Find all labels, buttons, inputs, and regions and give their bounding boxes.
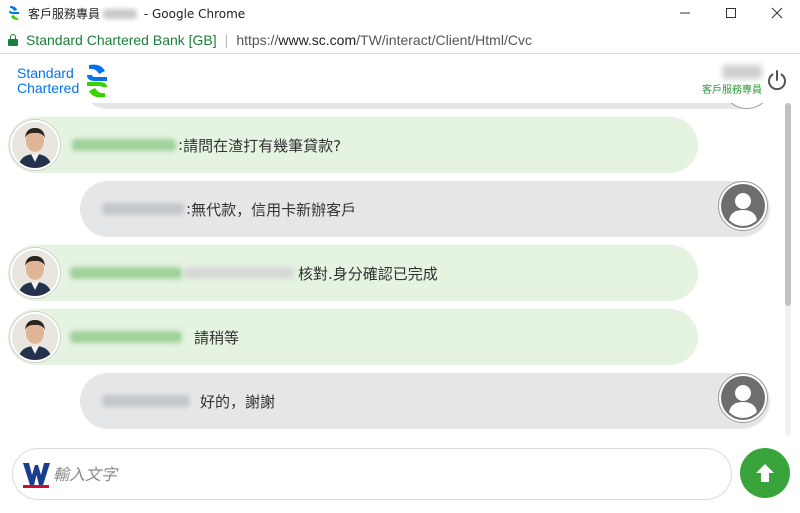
- customer-avatar: [718, 373, 768, 423]
- redacted-name: [103, 9, 138, 19]
- url-path: /TW/interact/Client/Html/Cvc: [356, 31, 532, 48]
- standard-chartered-logo: Standard Chartered: [17, 63, 111, 99]
- url-text[interactable]: https://www.sc.com/TW/interact/Client/Ht…: [236, 32, 532, 48]
- chat-transcript: : 請問在渣打有幾筆貸款? : 無代款，信用卡新辦客戶 核對.身分確認已完成 請…: [0, 103, 780, 436]
- user-silhouette-icon: [721, 184, 765, 228]
- agent-role-label: 客戶服務專員: [702, 85, 762, 96]
- window-title-suffix: - Google Chrome: [140, 6, 246, 21]
- redacted-timestamp: [102, 395, 190, 407]
- redacted-timestamp: [70, 331, 182, 343]
- close-button[interactable]: [754, 0, 800, 26]
- customer-avatar: [718, 181, 768, 231]
- window-titlebar: 客戶服務專員 - Google Chrome: [0, 0, 800, 26]
- logo-line-2: Chartered: [17, 80, 80, 96]
- message-text: 好的，謝謝: [200, 392, 276, 411]
- maximize-button[interactable]: [708, 0, 754, 26]
- close-icon: [771, 7, 783, 19]
- message-text: 請稍等: [194, 328, 240, 347]
- send-button[interactable]: [740, 448, 790, 498]
- user-silhouette-icon: [721, 376, 765, 420]
- arrow-up-icon: [756, 464, 774, 482]
- minimize-button[interactable]: [662, 0, 708, 26]
- agent-info: 客戶服務專員: [702, 65, 762, 96]
- window-controls: [662, 0, 800, 26]
- redacted-timestamp: [70, 267, 182, 279]
- agent-message: 請稍等: [8, 309, 698, 365]
- standard-chartered-icon: [6, 5, 22, 21]
- agent-avatar: [10, 248, 60, 298]
- url-host: www.sc.com: [278, 31, 357, 48]
- redacted-timestamp: [72, 139, 176, 151]
- logo-mark-icon: [87, 64, 108, 98]
- redacted-agent-name: [722, 65, 762, 79]
- window-title-prefix: 客戶服務專員: [28, 6, 101, 21]
- power-icon[interactable]: [766, 69, 788, 91]
- customer-message: 好的，謝謝: [80, 373, 770, 429]
- lock-icon[interactable]: [8, 33, 18, 46]
- address-separator: |: [224, 31, 229, 48]
- scrollbar-thumb[interactable]: [785, 103, 791, 306]
- customer-message: : 無代款，信用卡新辦客戶: [80, 181, 770, 237]
- chat-scrollbar[interactable]: [783, 103, 793, 436]
- agent-message: 核對.身分確認已完成: [8, 245, 698, 301]
- message-input[interactable]: [53, 464, 653, 484]
- message-text: 請問在渣打有幾筆貸款?: [183, 136, 342, 155]
- url-scheme: https://: [236, 31, 279, 48]
- redacted-timestamp: [102, 203, 184, 215]
- redacted-text: [184, 267, 294, 279]
- agent-avatar: [10, 312, 60, 362]
- agent-message: : 請問在渣打有幾筆貸款?: [8, 117, 698, 173]
- minimize-icon: [680, 12, 690, 14]
- message-input-box[interactable]: [12, 448, 732, 500]
- window-title: 客戶服務專員 - Google Chrome: [28, 5, 245, 22]
- site-identity[interactable]: Standard Chartered Bank [GB]: [26, 32, 217, 48]
- logo-text: Standard Chartered: [17, 66, 79, 96]
- message-text: 核對.身分確認已完成: [298, 264, 438, 283]
- winstock-watermark-icon: [21, 459, 51, 489]
- message-text: 無代款，信用卡新辦客戶: [191, 200, 357, 219]
- app-header: Standard Chartered 客戶服務專員: [0, 55, 800, 103]
- logo-line-1: Standard: [17, 65, 74, 81]
- address-bar[interactable]: Standard Chartered Bank [GB] | https://w…: [0, 26, 800, 54]
- maximize-icon: [726, 8, 736, 18]
- previous-message-bubble: [80, 103, 770, 109]
- agent-avatar: [10, 120, 60, 170]
